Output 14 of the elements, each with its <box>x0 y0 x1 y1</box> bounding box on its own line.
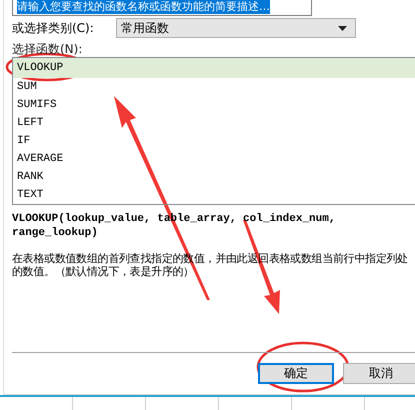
list-item[interactable]: TEXT <box>13 186 415 204</box>
list-item[interactable]: LEFT <box>13 114 415 132</box>
category-label: 或选择类别(C): <box>12 20 95 36</box>
category-dropdown[interactable]: 常用函数 <box>116 18 356 38</box>
list-item[interactable]: IF <box>13 132 415 150</box>
list-label: 选择函数(N): <box>12 42 84 57</box>
ok-button[interactable]: 确定 <box>258 363 334 384</box>
list-item[interactable]: VLOOKUP <box>13 58 415 78</box>
list-item[interactable]: SUMIFS <box>13 96 415 114</box>
list-item[interactable]: RANK <box>13 168 415 186</box>
caret-icon <box>338 26 347 30</box>
cancel-button[interactable]: 取消 <box>343 363 415 384</box>
list-item[interactable]: AVERAGE <box>13 150 415 168</box>
list-item[interactable]: SUM <box>13 78 415 96</box>
